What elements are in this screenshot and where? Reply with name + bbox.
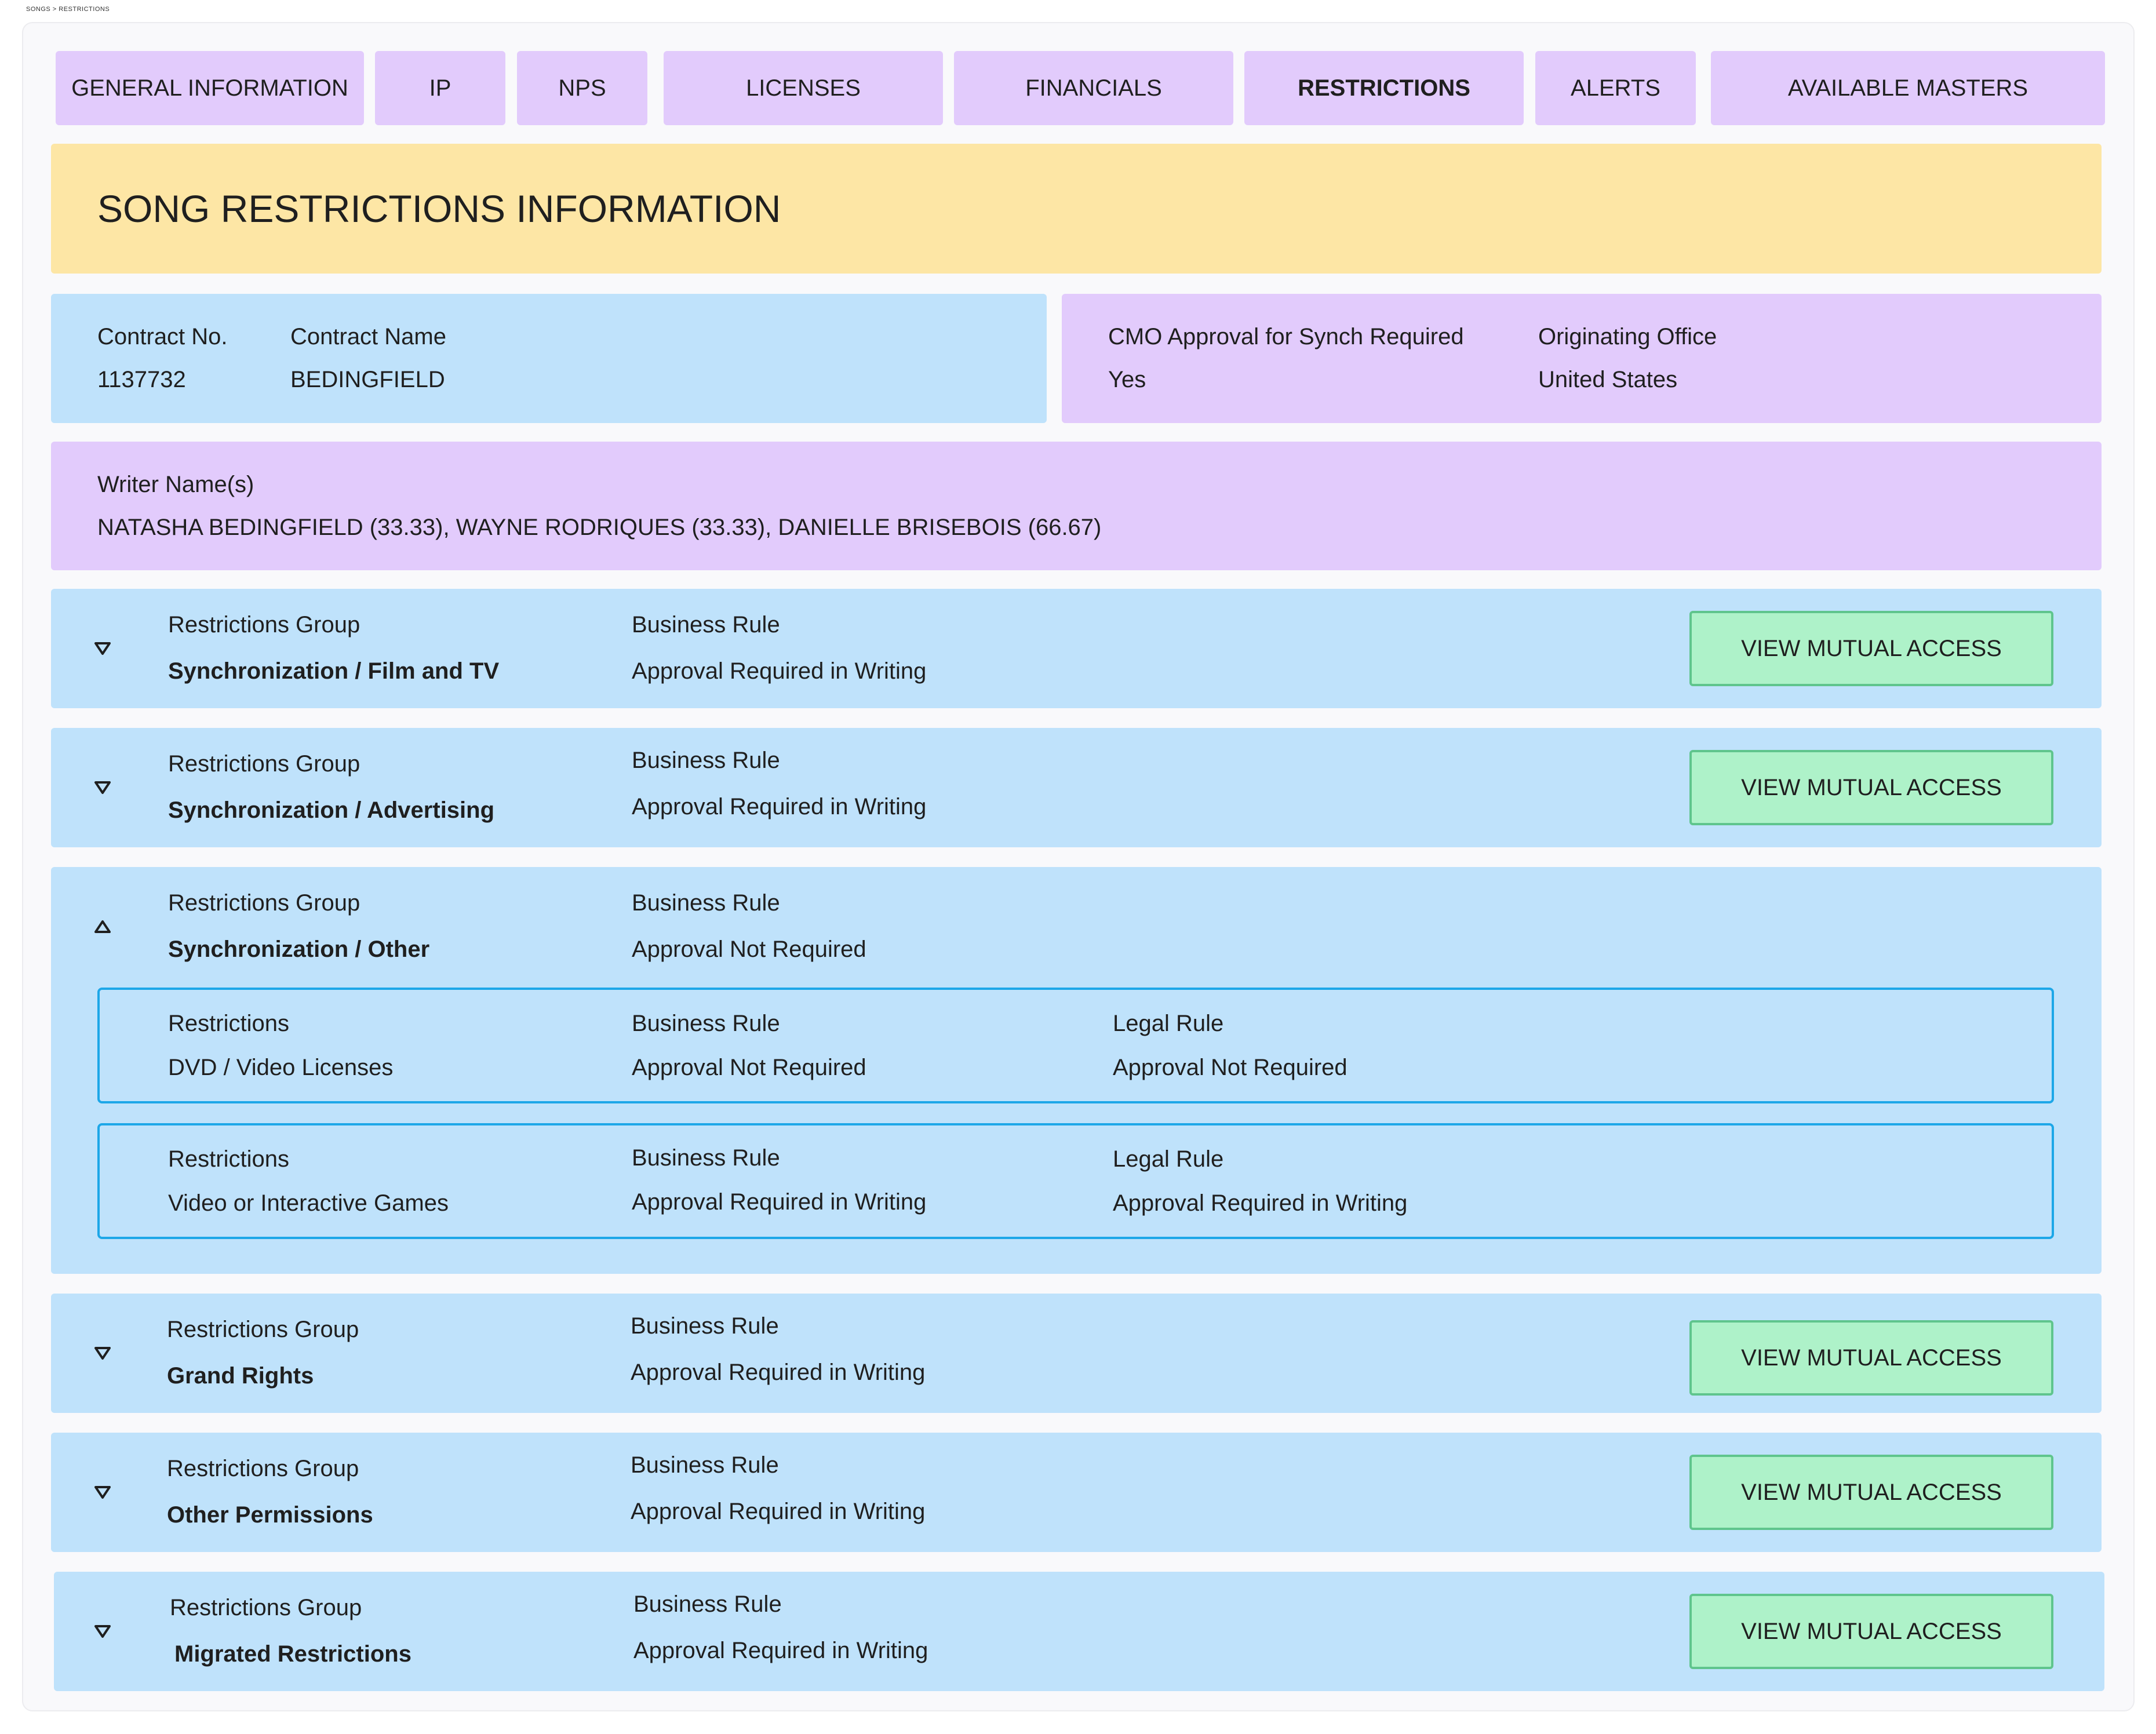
tab-alerts[interactable]: ALERTS	[1535, 51, 1696, 125]
business-rule-value: Approval Not Required	[632, 937, 866, 962]
tab-ip[interactable]: IP	[375, 51, 505, 125]
legal-rule-value: Approval Required in Writing	[1113, 1190, 1408, 1216]
contract-no-label: Contract No.	[97, 324, 228, 349]
originating-office-value: United States	[1538, 367, 1678, 392]
breadcrumb: SONGS > RESTRICTIONS	[26, 6, 110, 13]
contract-no-value: 1137732	[97, 367, 186, 392]
page-title: SONG RESTRICTIONS INFORMATION	[51, 144, 2102, 274]
view-mutual-access-button[interactable]: VIEW MUTUAL ACCESS	[1689, 1455, 2053, 1530]
triangle-down-icon[interactable]	[93, 639, 112, 658]
restrictions-group-label: Restrictions Group	[167, 1317, 359, 1342]
restrictions-group-label: Restrictions Group	[168, 890, 360, 916]
contract-panel: Contract No. 1137732 Contract Name BEDIN…	[51, 294, 1047, 423]
restrictions-label: Restrictions	[168, 1146, 289, 1172]
restrictions-group-value: Synchronization / Other	[168, 937, 430, 962]
tab-general-information[interactable]: GENERAL INFORMATION	[56, 51, 364, 125]
restrictions-group-value: Other Permissions	[167, 1502, 373, 1528]
tab-financials[interactable]: FINANCIALS	[954, 51, 1233, 125]
triangle-up-icon[interactable]	[93, 917, 112, 937]
business-rule-label: Business Rule	[633, 1591, 782, 1617]
writers-panel: Writer Name(s) NATASHA BEDINGFIELD (33.3…	[51, 442, 2102, 570]
view-mutual-access-button[interactable]: VIEW MUTUAL ACCESS	[1689, 750, 2053, 825]
writer-names-value: NATASHA BEDINGFIELD (33.33), WAYNE RODRI…	[97, 515, 1102, 540]
triangle-down-icon[interactable]	[93, 1622, 112, 1641]
business-rule-value: Approval Required in Writing	[631, 1499, 926, 1524]
business-rule-label: Business Rule	[631, 1313, 779, 1339]
restrictions-group-label: Restrictions Group	[168, 751, 360, 777]
business-rule-value: Approval Required in Writing	[632, 658, 927, 684]
restrictions-group-label: Restrictions Group	[170, 1595, 362, 1620]
business-rule-label: Business Rule	[632, 890, 780, 916]
triangle-down-icon[interactable]	[93, 1343, 112, 1363]
cmo-approval-label: CMO Approval for Synch Required	[1108, 324, 1464, 349]
legal-rule-label: Legal Rule	[1113, 1146, 1224, 1172]
restrictions-group-label: Restrictions Group	[167, 1456, 359, 1481]
legal-rule-label: Legal Rule	[1113, 1011, 1224, 1036]
business-rule-value: Approval Not Required	[632, 1055, 866, 1080]
legal-rule-value: Approval Not Required	[1113, 1055, 1348, 1080]
view-mutual-access-button[interactable]: VIEW MUTUAL ACCESS	[1689, 611, 2053, 686]
view-mutual-access-button[interactable]: VIEW MUTUAL ACCESS	[1689, 1320, 2053, 1396]
business-rule-label: Business Rule	[631, 1452, 779, 1478]
restriction-group-expanded: Restrictions Group Synchronization / Oth…	[51, 867, 2102, 1274]
restriction-group-row: Restrictions Group Other Permissions Bus…	[51, 1433, 2102, 1552]
originating-office-label: Originating Office	[1538, 324, 1717, 349]
restrictions-group-value: Synchronization / Advertising	[168, 797, 495, 823]
restriction-group-row: Restrictions Group Synchronization / Fil…	[51, 589, 2102, 708]
tab-restrictions[interactable]: RESTRICTIONS	[1244, 51, 1524, 125]
business-rule-label: Business Rule	[632, 612, 780, 638]
writer-names-label: Writer Name(s)	[97, 472, 254, 497]
restriction-item: Restrictions DVD / Video Licenses Busine…	[97, 988, 2054, 1103]
restrictions-group-label: Restrictions Group	[168, 612, 360, 638]
contract-name-label: Contract Name	[290, 324, 446, 349]
business-rule-label: Business Rule	[632, 1145, 780, 1171]
triangle-down-icon[interactable]	[93, 778, 112, 797]
tab-licenses[interactable]: LICENSES	[664, 51, 943, 125]
business-rule-label: Business Rule	[632, 1011, 780, 1036]
cmo-approval-value: Yes	[1108, 367, 1146, 392]
business-rule-value: Approval Required in Writing	[632, 794, 927, 819]
business-rule-label: Business Rule	[632, 748, 780, 773]
restrictions-group-value: Grand Rights	[167, 1363, 314, 1389]
business-rule-value: Approval Required in Writing	[632, 1189, 927, 1215]
restrictions-label: Restrictions	[168, 1011, 289, 1036]
business-rule-value: Approval Required in Writing	[633, 1638, 928, 1663]
restriction-group-row: Restrictions Group Grand Rights Business…	[51, 1294, 2102, 1413]
restrictions-value: DVD / Video Licenses	[168, 1055, 394, 1080]
restrictions-group-value: Synchronization / Film and TV	[168, 658, 500, 684]
view-mutual-access-button[interactable]: VIEW MUTUAL ACCESS	[1689, 1594, 2053, 1669]
triangle-down-icon[interactable]	[93, 1482, 112, 1502]
business-rule-value: Approval Required in Writing	[631, 1360, 926, 1385]
restrictions-group-value: Migrated Restrictions	[174, 1641, 411, 1667]
restriction-group-row: Restrictions Group Synchronization / Adv…	[51, 728, 2102, 847]
tab-available-masters[interactable]: AVAILABLE MASTERS	[1711, 51, 2105, 125]
approval-panel: CMO Approval for Synch Required Yes Orig…	[1062, 294, 2102, 423]
restriction-group-row: Restrictions Group Migrated Restrictions…	[54, 1572, 2104, 1691]
contract-name-value: BEDINGFIELD	[290, 367, 445, 392]
restriction-item: Restrictions Video or Interactive Games …	[97, 1123, 2054, 1239]
tab-nps[interactable]: NPS	[517, 51, 647, 125]
restrictions-value: Video or Interactive Games	[168, 1190, 449, 1216]
